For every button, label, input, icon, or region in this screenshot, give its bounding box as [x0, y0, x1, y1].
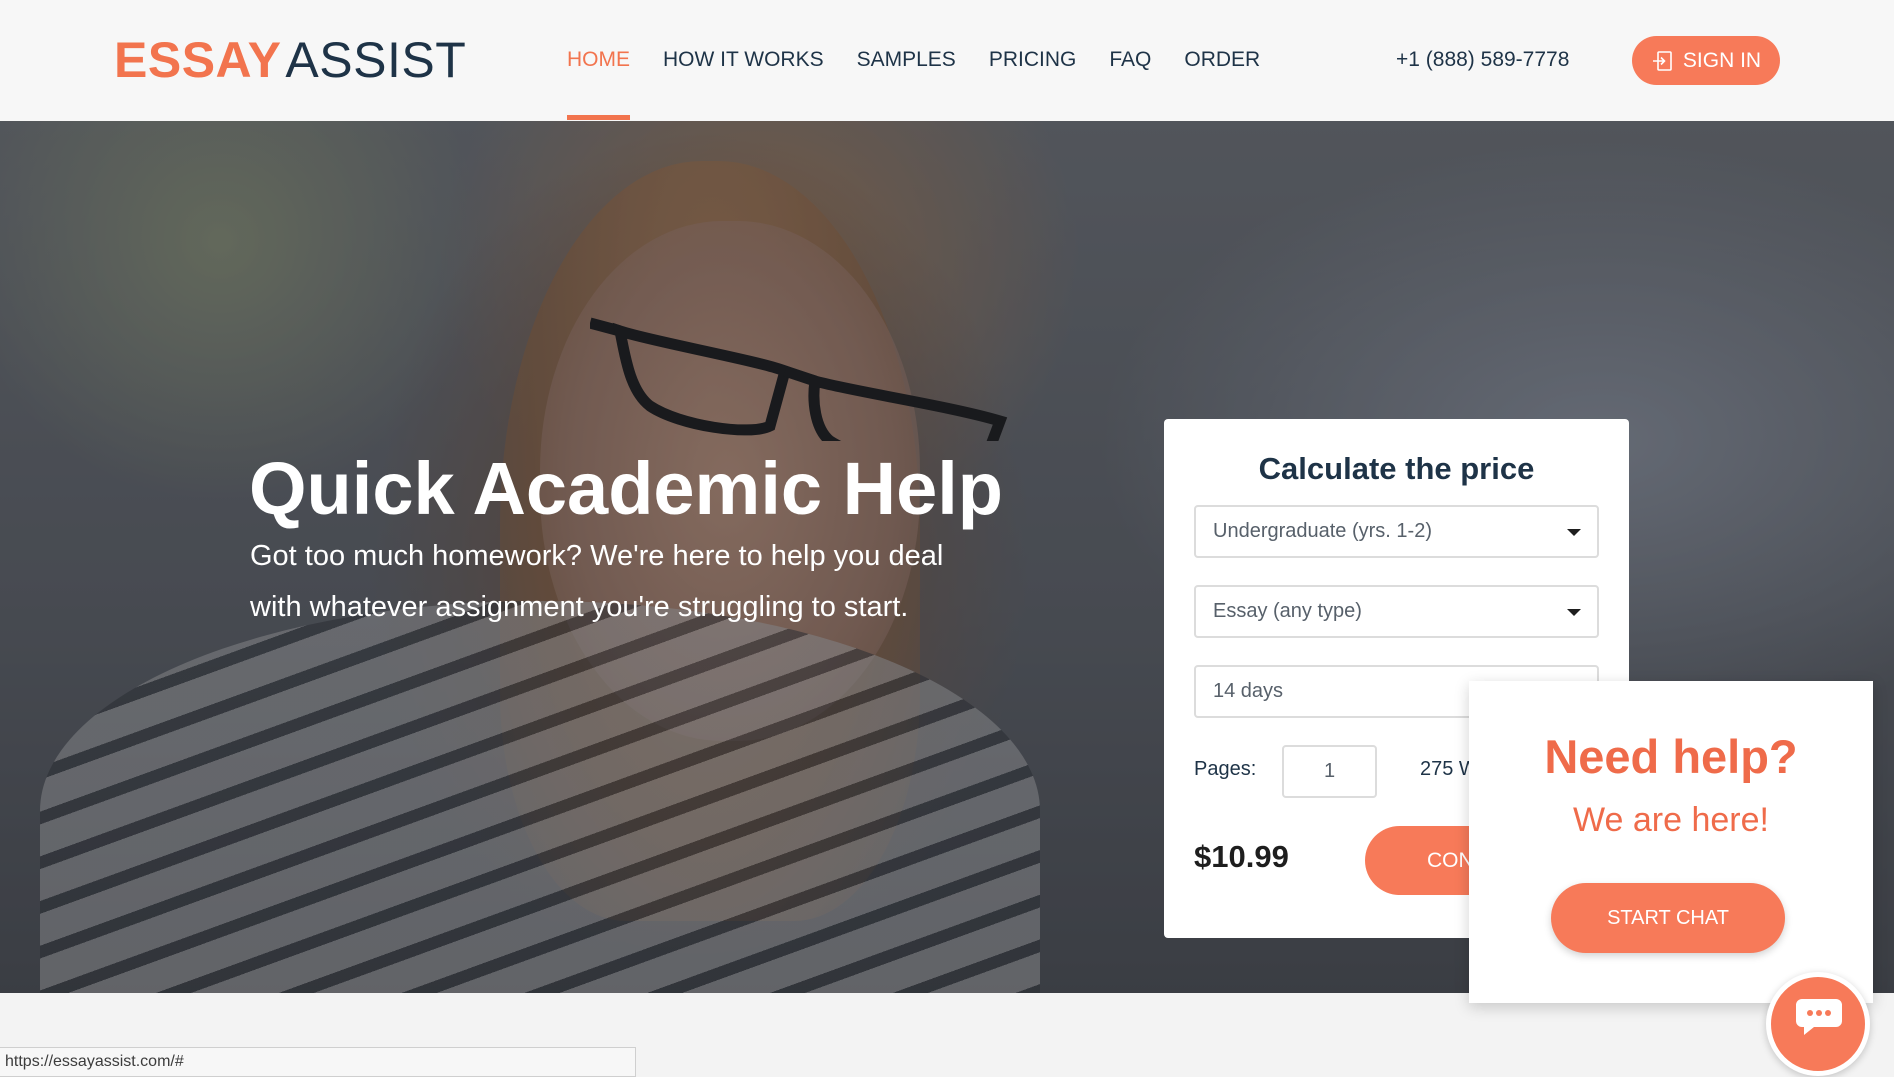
logo-part-1: ESSAY [114, 32, 282, 88]
nav-faq[interactable]: FAQ [1109, 46, 1151, 76]
chat-launcher-button[interactable] [1766, 972, 1870, 1076]
nav-samples[interactable]: SAMPLES [857, 46, 956, 76]
nav-order[interactable]: ORDER [1184, 46, 1260, 76]
nav-home[interactable]: HOME [567, 46, 630, 120]
start-chat-button[interactable]: START CHAT [1551, 883, 1785, 953]
sign-in-button[interactable]: SIGN IN [1632, 36, 1780, 85]
nav-how-it-works[interactable]: HOW IT WORKS [663, 46, 824, 76]
academic-level-select[interactable]: Undergraduate (yrs. 1-2) [1194, 505, 1599, 558]
help-subtitle: We are here! [1573, 801, 1769, 839]
main-nav: HOME HOW IT WORKS SAMPLES PRICING FAQ OR… [567, 46, 1293, 120]
sign-in-icon [1652, 50, 1672, 71]
paper-type-select[interactable]: Essay (any type) [1194, 585, 1599, 638]
browser-status-bar: https://essayassist.com/# [0, 1047, 636, 1077]
site-header: ESSAYASSIST HOME HOW IT WORKS SAMPLES PR… [0, 0, 1894, 121]
deadline-value: 14 days [1213, 680, 1284, 702]
hero-subtitle: Got too much homework? We're here to hel… [250, 540, 944, 623]
pages-label: Pages: [1194, 758, 1257, 780]
sign-in-label: SIGN IN [1682, 48, 1762, 72]
phone-number[interactable]: +1 (888) 589-7778 [1396, 46, 1569, 74]
site-logo[interactable]: ESSAYASSIST [114, 34, 466, 86]
total-price: $10.99 [1194, 839, 1289, 874]
chat-icon [1796, 999, 1842, 1035]
academic-level-value: Undergraduate (yrs. 1-2) [1213, 520, 1432, 542]
logo-part-2: ASSIST [285, 32, 467, 88]
hero-title: Quick Academic Help [249, 447, 1003, 530]
help-title: Need help? [1544, 730, 1798, 783]
chevron-down-icon [1567, 609, 1581, 616]
paper-type-value: Essay (any type) [1213, 600, 1362, 622]
calculator-title: Calculate the price [1258, 451, 1535, 486]
chevron-down-icon [1567, 529, 1581, 536]
help-popup: Need help? We are here! START CHAT [1469, 681, 1873, 1003]
nav-pricing[interactable]: PRICING [989, 46, 1077, 76]
pages-input[interactable]: 1 [1282, 745, 1377, 798]
